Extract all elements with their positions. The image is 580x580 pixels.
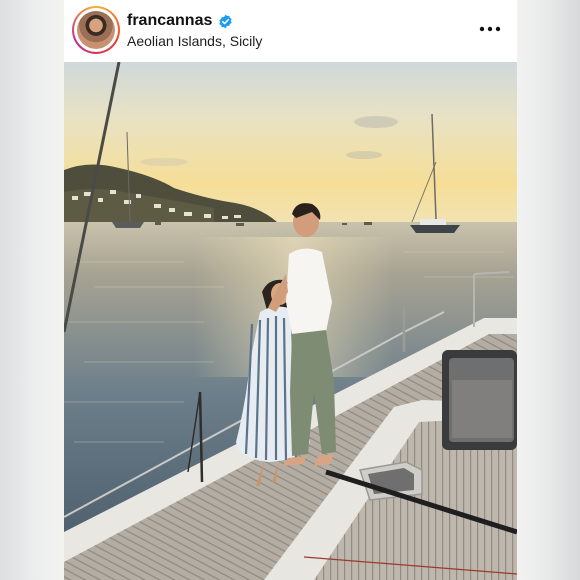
verified-badge-icon xyxy=(218,14,233,29)
post-photo xyxy=(64,62,517,580)
username[interactable]: francannas xyxy=(127,12,212,30)
post-location[interactable]: Aeolian Islands, Sicily xyxy=(127,33,262,49)
avatar[interactable] xyxy=(77,11,115,49)
post-header: francannas Aeolian Islands, Sicily xyxy=(64,0,517,62)
instagram-post: francannas Aeolian Islands, Sicily xyxy=(64,0,517,580)
username-row: francannas xyxy=(127,12,233,30)
more-options-icon[interactable] xyxy=(479,19,501,39)
story-ring[interactable] xyxy=(72,6,120,54)
